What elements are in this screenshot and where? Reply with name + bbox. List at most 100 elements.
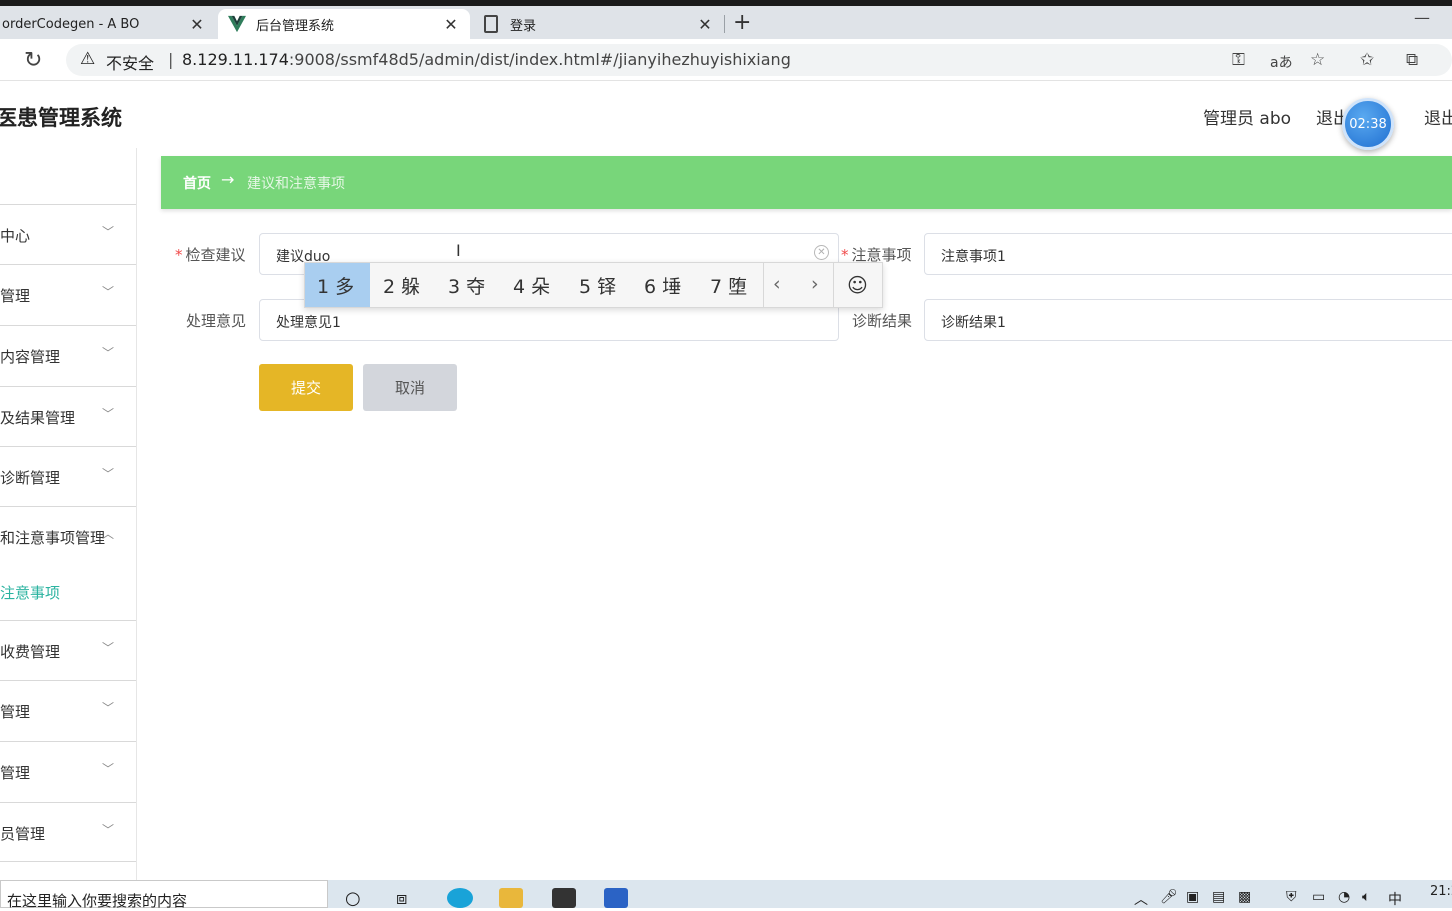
close-tab-icon[interactable]: ✕ [442,15,460,34]
wifi-icon[interactable]: ◔ [1338,889,1350,905]
security-label[interactable]: 不安全 [106,50,154,74]
diagnosis-input-value: 诊断结果1 [941,315,1006,331]
sidebar-item-label: 及结果管理 [0,409,76,427]
ime-candidate-selected[interactable]: 1 多 [305,263,370,307]
browser-tab-bar: orderCodegen - A BO ✕ 后台管理系统 ✕ 登录 ✕ + — [0,6,1452,39]
windows-taskbar: 在这里输入你要搜索的内容 ○ ⧈ ︿ 🎤︎ ▣ ▤ ▩ ⛨ ▭ ◔ 🔈︎ 中 2… [0,880,1452,910]
shield-icon[interactable]: ⛨ [1286,889,1297,905]
microphone-icon[interactable]: 🎤︎ [1160,889,1178,905]
battery-icon[interactable]: ▭ [1312,889,1325,905]
ime-candidate[interactable]: 6 埵 [644,263,681,307]
ime-mode-indicator[interactable]: 中 [1388,889,1402,909]
ime-next-page-icon[interactable]: › [811,273,819,295]
nvidia-icon[interactable]: ▩ [1238,889,1251,905]
chevron-down-icon: ﹀ [102,285,115,299]
sidebar-item[interactable]: 员管理 ﹀ [0,802,136,862]
key-icon[interactable]: ⚿ [1232,50,1245,70]
url-path: :9008/ssmf48d5/admin/dist/index.html#/ji… [288,50,791,69]
close-tab-icon[interactable]: ✕ [188,15,206,34]
breadcrumb-home[interactable]: 首页 [183,173,211,193]
sidebar-item[interactable]: 及结果管理 ﹀ [0,386,136,446]
page-icon [484,15,498,33]
task-view-icon[interactable]: ⧈ [396,888,407,909]
favorites-icon[interactable]: ✩ [1360,50,1374,70]
file-explorer-icon[interactable] [499,888,523,908]
taskbar-clock[interactable]: 21:2 [1430,884,1452,899]
url-host: 8.129.11.174 [182,50,289,69]
ime-candidate[interactable]: 2 躲 [383,263,420,307]
sidebar-item[interactable]: 收费管理 ﹀ [0,620,136,680]
sidebar-item[interactable]: 管理 ﹀ [0,680,136,740]
ime-separator [763,263,764,307]
url-text[interactable]: 8.129.11.174:9008/ssmf48d5/admin/dist/in… [182,50,791,69]
minimize-icon[interactable]: — [1414,8,1430,27]
warning-icon[interactable]: ⚠ [80,49,95,69]
tab-title: orderCodegen - A BO [2,16,140,32]
emoji-icon[interactable]: ☺ [847,273,868,297]
tray-app-icon[interactable]: ▤ [1212,889,1225,905]
new-tab-icon[interactable]: + [733,10,751,35]
tab-admin-system[interactable]: 后台管理系统 ✕ [218,9,470,39]
volume-icon[interactable]: 🔈︎ [1362,889,1370,905]
close-tab-icon[interactable]: ✕ [696,15,714,34]
ime-candidate[interactable]: 5 铎 [579,263,616,307]
sidebar-item-label: 诊断管理 [0,469,61,487]
ime-candidate[interactable]: 3 夺 [448,263,485,307]
chevron-down-icon: ﹀ [102,467,115,481]
chevron-down-icon: ﹀ [102,641,115,655]
cancel-button[interactable]: 取消 [363,364,457,411]
ime-prev-page-icon[interactable]: ‹ [773,273,781,295]
logout-link-secondary[interactable]: 退出 [1424,104,1452,129]
tab-ordercodegen[interactable]: orderCodegen - A BO ✕ [0,9,216,39]
chevron-up-icon[interactable]: ︿ [1134,889,1148,909]
tab-login[interactable]: 登录 ✕ [472,9,724,39]
sidebar-item[interactable]: 管理 ﹀ [0,264,136,324]
opinion-label: 处理意见 [186,312,247,330]
ime-candidate-window: 1 多 2 躲 3 夺 4 朵 5 铎 6 埵 7 堕 ‹ › ☺ [304,262,883,308]
sidebar-item-label: 管理 [0,764,31,782]
chevron-down-icon: ﹀ [102,823,115,837]
chevron-down-icon: ﹀ [102,225,115,239]
url-field[interactable]: ⚠ 不安全 | 8.129.11.174:9008/ssmf48d5/admin… [66,44,1452,76]
collections-icon[interactable]: ⧉ [1406,50,1418,70]
clear-icon[interactable]: ✕ [814,245,829,260]
store-icon[interactable] [552,888,576,908]
diagnosis-input[interactable]: 诊断结果1 [924,299,1452,341]
sidebar-item-label: 中心 [0,227,31,245]
cortana-icon[interactable]: ○ [345,888,361,909]
tab-title: 登录 [510,18,537,34]
url-separator: | [168,50,174,69]
sidebar-item-label: 管理 [0,703,31,721]
required-mark: * [175,246,183,264]
chevron-down-icon: ﹀ [102,407,115,421]
translate-icon[interactable]: aあ [1270,52,1293,72]
recording-timer-badge[interactable]: 02:38 [1342,98,1394,150]
sidebar-item[interactable]: 管理 ﹀ [0,741,136,801]
app-title: 医患管理系统 [0,106,122,130]
sidebar-item-label: 和注意事项管理 [0,529,106,547]
notes-input[interactable]: 注意事项1 [924,233,1452,275]
sidebar-subitem-active[interactable]: 注意事项 [0,582,60,603]
chevron-down-icon: ﹀ [102,701,115,715]
sidebar-item[interactable]: 内容管理 ﹀ [0,325,136,385]
arrow-right-icon: → [221,170,235,189]
opinion-input-value: 处理意见1 [276,315,341,331]
breadcrumb-current: 建议和注意事项 [247,176,345,192]
text-cursor-icon: I [456,241,461,260]
ime-candidate[interactable]: 7 堕 [710,263,747,307]
submit-button[interactable]: 提交 [259,364,353,411]
add-favorite-icon[interactable]: ☆ [1310,50,1325,70]
tray-app-icon[interactable]: ▣ [1186,889,1199,905]
sidebar-item[interactable]: 中心 ﹀ [0,204,136,264]
word-icon[interactable] [604,888,628,908]
notes-input-value: 注意事项1 [941,249,1006,265]
ime-separator [833,263,834,307]
sidebar-item[interactable]: 诊断管理 ﹀ [0,446,136,506]
tab-title: 后台管理系统 [256,18,335,34]
ime-candidate[interactable]: 4 朵 [513,263,550,307]
edge-browser-icon[interactable] [447,888,473,908]
sidebar-item-label: 内容管理 [0,348,61,366]
taskbar-search-box[interactable]: 在这里输入你要搜索的内容 [0,880,328,910]
advice-label: * 检查建议 [175,244,246,265]
reload-icon[interactable]: ↻ [24,48,42,73]
